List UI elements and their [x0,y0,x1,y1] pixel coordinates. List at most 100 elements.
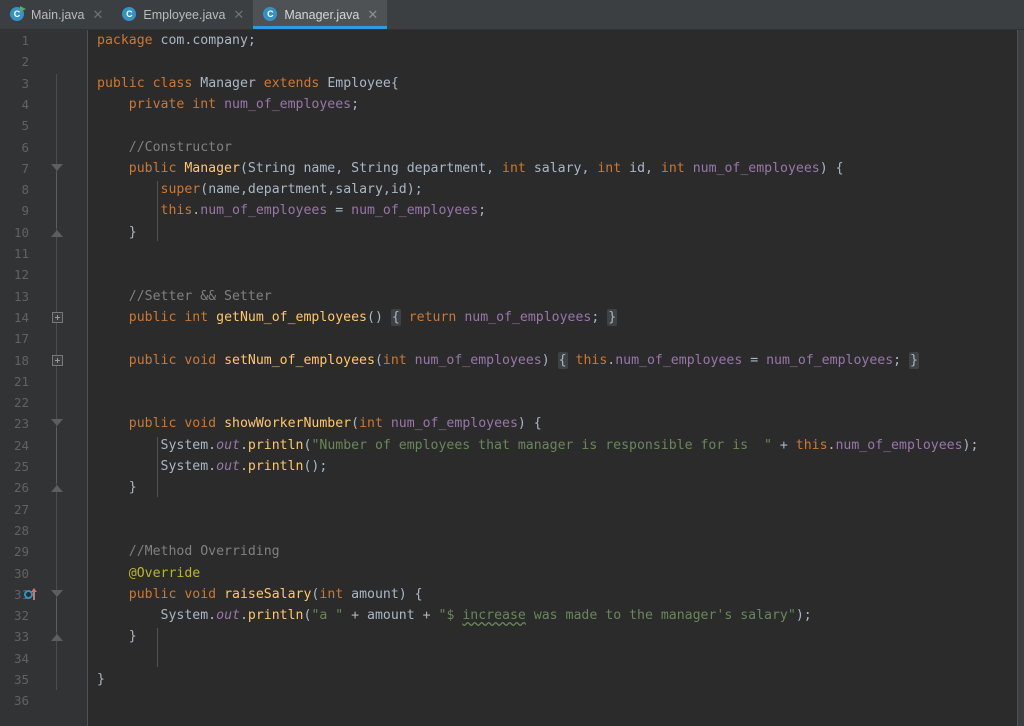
code-line[interactable]: package com.company; [88,30,1024,51]
code-line[interactable] [88,371,1024,392]
line-number: 31 [13,586,29,602]
code-line[interactable]: public class Manager extends Employee{ [88,73,1024,94]
code-line[interactable]: this.num_of_employees = num_of_employees… [88,200,1024,221]
gutter-row: 21 [0,371,88,392]
editor-scrollbar[interactable] [1017,30,1024,726]
tab-manager-java[interactable]: C Manager.java ✕ [253,0,388,29]
tab-main-java[interactable]: C Main.java ✕ [0,0,113,29]
code-line[interactable] [88,115,1024,136]
code-line[interactable] [88,690,1024,711]
line-number: 29 [13,544,29,560]
line-number: 13 [13,288,29,304]
code-fold-collapse-end-icon[interactable] [51,634,63,642]
code-line[interactable] [88,51,1024,72]
gutter-row: 32 [0,605,88,626]
line-number: 24 [13,437,29,453]
line-number: 10 [13,224,29,240]
line-number: 1 [21,33,29,48]
gutter-row: 13 [0,286,88,307]
code-line[interactable]: public int getNum_of_employees() { retur… [88,307,1024,328]
gutter-row: 36 [0,690,88,711]
code-line[interactable] [88,648,1024,669]
code-line[interactable]: } [88,222,1024,243]
gutter-row: 28 [0,520,88,541]
line-number: 12 [13,267,29,283]
gutter-row: 11 [0,243,88,264]
line-number: 2 [21,54,29,70]
gutter-row: 17 [0,328,88,349]
code-fold-collapse-icon[interactable] [51,419,63,427]
gutter-row: 6 [0,137,88,158]
code-line[interactable]: System.out.println(); [88,456,1024,477]
code-line-text: System.out.println(); [160,459,328,474]
line-number: 35 [13,672,29,687]
gutter-row: 4 [0,94,88,115]
code-line[interactable] [88,392,1024,413]
gutter-row: 7 [0,158,88,179]
close-icon[interactable]: ✕ [233,8,244,21]
code-fold-expand-icon[interactable] [52,312,63,324]
gutter-row: 2 [0,51,88,72]
gutter-row: 33 [0,626,88,647]
overriding-method-icon[interactable] [24,587,40,602]
code-line-text: public void raiseSalary(int amount) { [128,586,423,602]
code-line[interactable] [88,328,1024,349]
code-line[interactable]: System.out.println("a " + amount + "$ in… [88,605,1024,626]
gutter-row: 9 [0,200,88,221]
code-fold-collapse-icon[interactable] [51,589,63,597]
gutter-row: 3 [0,73,88,94]
code-line-text: public class Manager extends Employee{ [97,75,399,91]
code-line[interactable]: public Manager(String name, String depar… [88,158,1024,179]
gutter-row: 5 [0,115,88,136]
code-fold-collapse-end-icon[interactable] [51,485,63,493]
line-number: 9 [21,203,29,219]
gutter-row: 29 [0,541,88,562]
java-class-runnable-icon: C [10,6,26,22]
line-number: 7 [21,160,29,176]
code-fold-expand-icon[interactable] [52,355,63,366]
code-line[interactable]: //Setter && Setter [88,286,1024,307]
close-icon[interactable]: ✕ [367,8,378,21]
tab-label: Manager.java [284,7,360,22]
code-editor[interactable]: 1 2 3 4 5 6 7 8 9 10 11 12 13 14 17 18 21 22 23 24 25 26 27 28 2… [0,30,1024,726]
java-class-icon: C [263,7,278,22]
line-number: 32 [13,608,29,624]
gutter-row: 10 [0,222,88,243]
code-line[interactable] [88,520,1024,541]
line-number: 5 [21,118,29,134]
gutter-row: 12 [0,264,88,285]
code-fold-collapse-end-icon[interactable] [51,229,63,237]
code-line[interactable]: super(name,department,salary,id); [88,179,1024,200]
tab-label: Employee.java [143,7,226,22]
gutter-row: 35 [0,669,88,690]
code-line[interactable]: //Constructor [88,137,1024,158]
line-number: 11 [13,246,29,261]
gutter-row: 22 [0,392,88,413]
editor-gutter[interactable]: 1 2 3 4 5 6 7 8 9 10 11 12 13 14 17 18 21 22 23 24 25 26 27 28 2… [0,30,88,726]
gutter-row: 14 [0,307,88,328]
code-line-text: System.out.println("Number of employees … [160,437,979,453]
close-icon[interactable]: ✕ [93,8,104,21]
java-class-icon: C [122,7,137,22]
code-line[interactable]: } [88,669,1024,690]
tab-employee-java[interactable]: C Employee.java ✕ [112,0,254,29]
editor-code-area[interactable]: package com.company; public class Manager… [88,30,1024,726]
code-line[interactable]: //Method Overriding [88,541,1024,562]
code-line[interactable]: System.out.println("Number of employees … [88,435,1024,456]
line-number: 26 [13,480,29,496]
code-line[interactable]: public void showWorkerNumber(int num_of_… [88,413,1024,434]
code-line[interactable] [88,243,1024,264]
fold-region-line [56,597,57,633]
code-line-text: public void setNum_of_employees(int num_… [128,351,919,369]
code-line[interactable]: @Override [88,563,1024,584]
code-line[interactable]: public void setNum_of_employees(int num_… [88,350,1024,371]
code-line[interactable]: } [88,477,1024,498]
code-line[interactable]: public void raiseSalary(int amount) { [88,584,1024,605]
code-line[interactable]: private int num_of_employees; [88,94,1024,115]
code-fold-collapse-icon[interactable] [51,163,63,171]
line-number: 33 [13,629,29,645]
code-line[interactable] [88,264,1024,285]
code-line[interactable]: } [88,626,1024,647]
code-line[interactable] [88,499,1024,520]
gutter-row: 8 [0,179,88,200]
